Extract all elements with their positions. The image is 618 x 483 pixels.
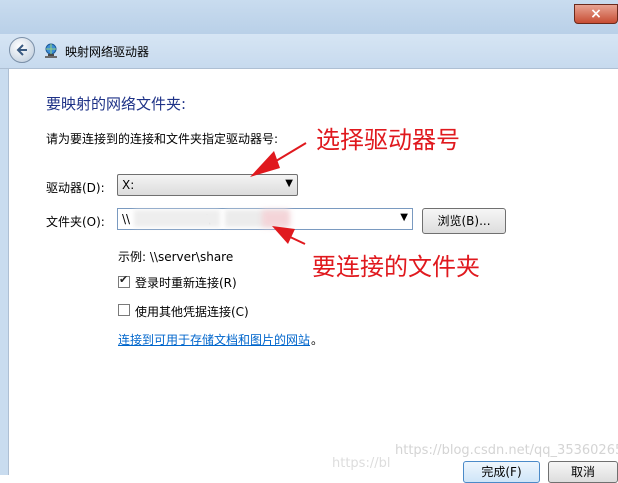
annotation-arrows xyxy=(250,142,307,245)
watermark: https://blog.csdn.net/qq_35360265 xyxy=(395,443,618,458)
arrow-to-drive-select xyxy=(250,142,307,177)
annotation-folder: 要连接的文件夹 xyxy=(312,253,480,281)
finish-button[interactable]: 完成(F) xyxy=(463,461,540,483)
watermark: https://bl xyxy=(332,456,391,471)
annotation-select-drive: 选择驱动器号 xyxy=(316,126,460,154)
cancel-button[interactable]: 取消 xyxy=(548,461,618,483)
arrow-to-folder-input xyxy=(272,226,306,245)
